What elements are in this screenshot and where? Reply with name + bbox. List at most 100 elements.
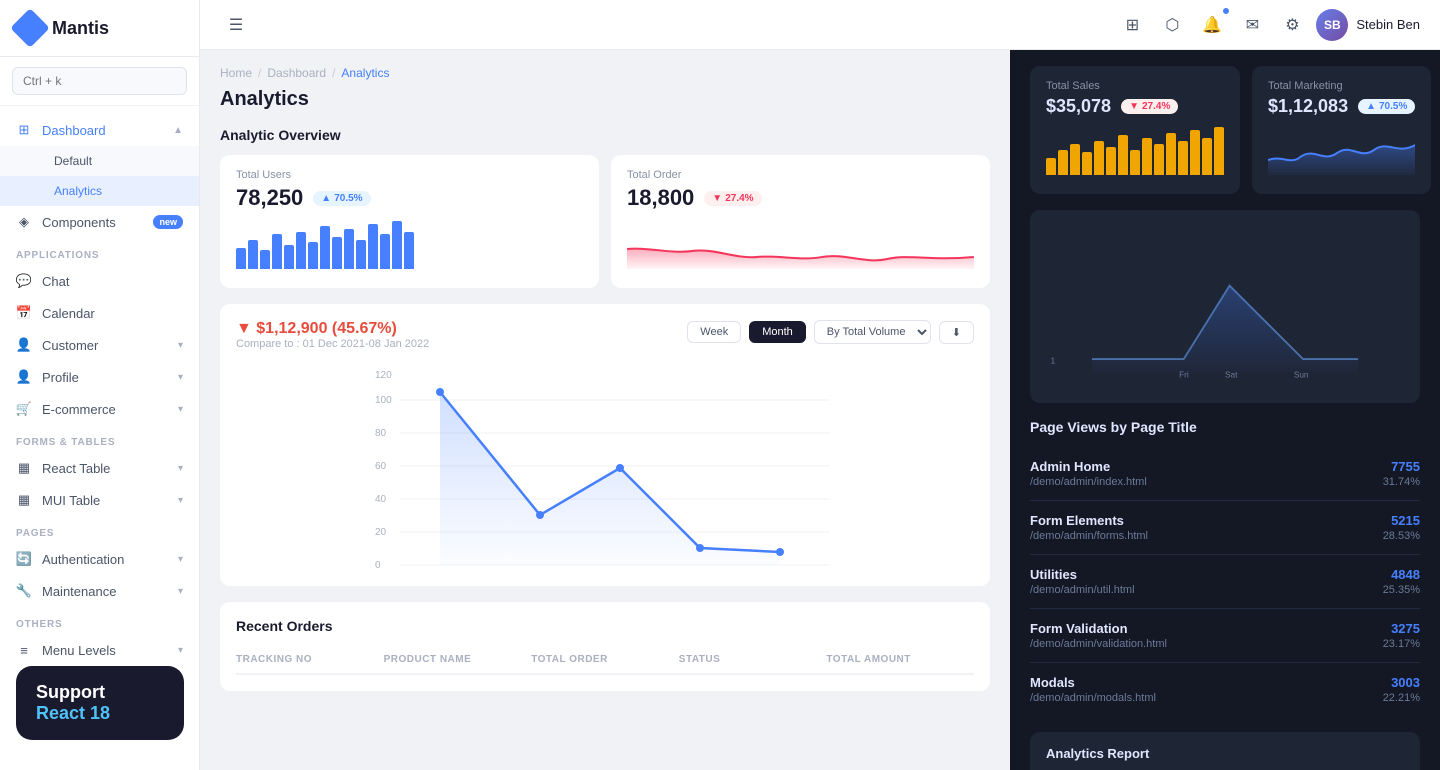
sidebar-item-label: Maintenance — [42, 584, 116, 599]
pv-left: Utilities /demo/admin/util.html — [1030, 567, 1135, 596]
yellow-bar-chart — [1046, 125, 1224, 175]
sidebar-item-label: React Table — [42, 461, 110, 476]
svg-text:40: 40 — [375, 494, 387, 505]
bar-element — [1070, 144, 1080, 175]
badge-value: 27.4% — [725, 193, 753, 204]
pv-pct: 23.17% — [1383, 638, 1420, 650]
search-input[interactable] — [12, 67, 187, 95]
sidebar-item-analytics[interactable]: Analytics — [0, 176, 199, 206]
total-marketing-card: Total Marketing $1,12,083 ▲ 70.5% — [1252, 66, 1431, 194]
card-badge: ▲ 70.5% — [313, 191, 370, 206]
sidebar-item-label: Components — [42, 215, 116, 230]
logo-icon — [10, 8, 50, 48]
bar-element — [368, 224, 378, 269]
breadcrumb-sep1: / — [258, 66, 261, 80]
breadcrumb-current: Analytics — [341, 66, 389, 80]
page-title: Analytics — [220, 88, 990, 111]
pv-title: Utilities — [1030, 567, 1135, 582]
sidebar-item-authentication[interactable]: 🔄 Authentication ▾ — [0, 543, 199, 575]
income-arrow: ▼ — [236, 320, 256, 337]
card-value: 78,250 — [236, 185, 303, 211]
sidebar-item-ecommerce[interactable]: 🛒 E-commerce ▾ — [0, 393, 199, 425]
svg-text:60: 60 — [375, 461, 387, 472]
bar-element — [320, 226, 330, 269]
sidebar-item-maintenance[interactable]: 🔧 Maintenance ▾ — [0, 575, 199, 607]
sidebar-logo[interactable]: Mantis — [0, 0, 199, 57]
col-total-amount: Total Amount — [826, 654, 974, 665]
section-others: Others — [0, 607, 199, 634]
logo-text: Mantis — [52, 18, 109, 39]
bar-element — [1190, 130, 1200, 175]
sidebar-item-profile[interactable]: 👤 Profile ▾ — [0, 361, 199, 393]
week-button[interactable]: Week — [687, 321, 741, 343]
dark-income-svg: Fri Sat Sun 1 — [1046, 224, 1404, 384]
section-applications: Applications — [0, 238, 199, 265]
components-icon: ◈ — [16, 214, 32, 230]
menu-toggle-icon[interactable]: ☰ — [220, 9, 252, 41]
pv-right: 5215 28.53% — [1383, 513, 1420, 542]
pv-title: Modals — [1030, 675, 1156, 690]
breadcrumb-sep2: / — [332, 66, 335, 80]
analytic-overview-title: Analytic Overview — [220, 127, 990, 143]
area-chart — [627, 219, 974, 269]
svg-text:1: 1 — [1051, 357, 1056, 366]
maintenance-icon: 🔧 — [16, 583, 32, 599]
lang-icon[interactable]: ⬡ — [1156, 9, 1188, 41]
bar-element — [1094, 141, 1104, 175]
pv-right: 3003 22.21% — [1383, 675, 1420, 704]
pv-url: /demo/admin/forms.html — [1030, 530, 1148, 542]
card-badge: ▲ 70.5% — [1358, 99, 1415, 114]
sidebar-item-dashboard[interactable]: ⊞ Dashboard ▲ — [0, 114, 199, 146]
profile-icon: 👤 — [16, 369, 32, 385]
card-badge: ▼ 27.4% — [704, 191, 761, 206]
bar-element — [1178, 141, 1188, 175]
income-amount: $1,12,900 (45.67%) — [256, 320, 397, 337]
sidebar-item-default[interactable]: Default — [0, 146, 199, 176]
support-react-text: React 18 — [36, 703, 164, 724]
card-value: 18,800 — [627, 185, 694, 211]
sidebar-item-menu-levels[interactable]: ≡ Menu Levels ▾ — [0, 634, 199, 666]
sidebar-search-container — [0, 57, 199, 106]
sidebar-item-label: Menu Levels — [42, 643, 116, 658]
analytics-report-section: Analytics Report — [1030, 732, 1420, 770]
chevron-down-icon: ▾ — [178, 372, 183, 383]
sidebar-item-mui-table[interactable]: ▦ MUI Table ▾ — [0, 484, 199, 516]
income-overview-card: ▼ $1,12,900 (45.67%) Compare to : 01 Dec… — [220, 304, 990, 586]
sidebar: Mantis ⊞ Dashboard ▲ Default Analytics — [0, 0, 200, 770]
income-value: ▼ $1,12,900 (45.67%) — [236, 320, 429, 338]
sidebar-item-chat[interactable]: 💬 Chat — [0, 265, 199, 297]
bar-element — [1046, 158, 1056, 175]
sidebar-item-customer[interactable]: 👤 Customer ▾ — [0, 329, 199, 361]
mini-bar-chart — [236, 219, 583, 269]
bar-element — [344, 229, 354, 269]
month-button[interactable]: Month — [749, 321, 806, 343]
sidebar-item-react-table[interactable]: ▦ React Table ▾ — [0, 452, 199, 484]
grid-icon[interactable]: ⊞ — [1116, 9, 1148, 41]
breadcrumb-dashboard[interactable]: Dashboard — [267, 66, 326, 80]
pv-count: 4848 — [1383, 567, 1420, 582]
notification-icon[interactable]: 🔔 — [1196, 9, 1228, 41]
sidebar-item-components[interactable]: ◈ Components new — [0, 206, 199, 238]
bar-element — [1118, 135, 1128, 175]
dark-income-chart: Fri Sat Sun 1 — [1030, 210, 1420, 403]
download-button[interactable]: ⬇ — [939, 321, 974, 344]
sidebar-item-label: Chat — [42, 274, 69, 289]
analytic-cards-light: Total Users 78,250 ▲ 70.5% Total Order — [220, 155, 990, 288]
pv-count: 7755 — [1383, 459, 1420, 474]
sidebar-item-label: Customer — [42, 338, 98, 353]
svg-text:120: 120 — [375, 370, 392, 381]
sidebar-item-calendar[interactable]: 📅 Calendar — [0, 297, 199, 329]
pv-pct: 31.74% — [1383, 476, 1420, 488]
volume-select[interactable]: By Total Volume — [814, 320, 931, 344]
user-avatar[interactable]: SB Stebin Ben — [1316, 9, 1420, 41]
breadcrumb-home[interactable]: Home — [220, 66, 252, 80]
pv-title: Form Elements — [1030, 513, 1148, 528]
total-sales-card: Total Sales $35,078 ▼ 27.4% — [1030, 66, 1240, 194]
settings-icon[interactable]: ⚙ — [1276, 9, 1308, 41]
mail-icon[interactable]: ✉ — [1236, 9, 1268, 41]
bar-element — [1106, 147, 1116, 175]
section-pages: Pages — [0, 516, 199, 543]
support-react-badge[interactable]: Support React 18 — [16, 666, 184, 740]
user-name: Stebin Ben — [1356, 17, 1420, 32]
list-item: Form Elements /demo/admin/forms.html 521… — [1030, 501, 1420, 555]
